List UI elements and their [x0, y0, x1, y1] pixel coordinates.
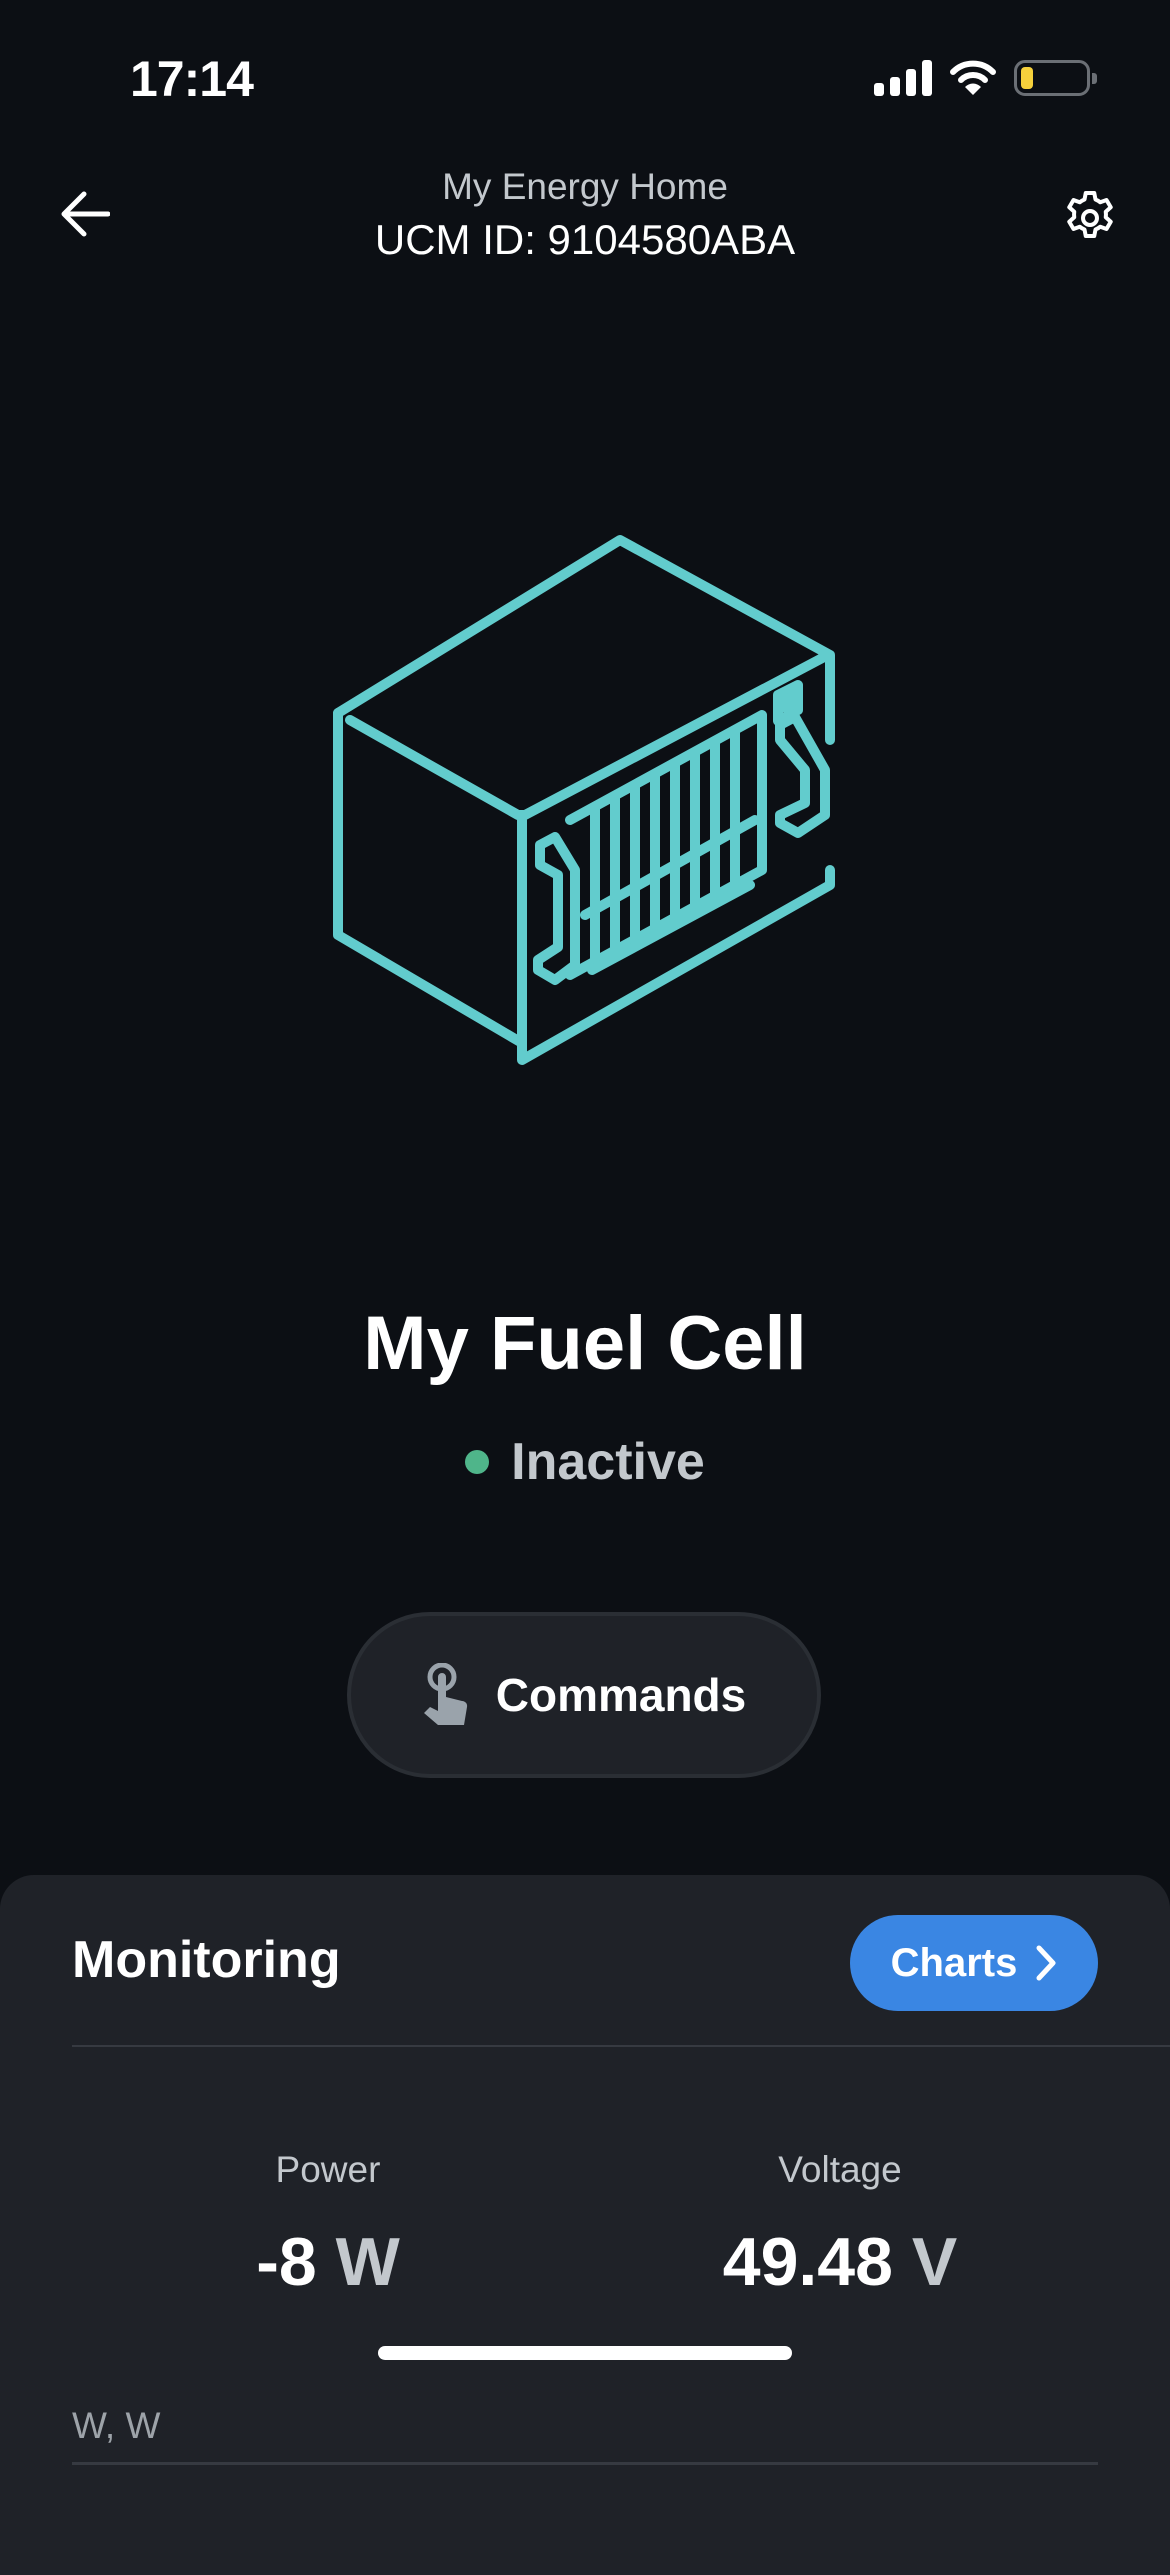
home-name: My Energy Home [442, 166, 728, 207]
voltage-metric: Voltage 49.48 V [640, 2145, 1040, 2301]
ucm-id: UCM ID: 9104580ABA [374, 216, 796, 263]
fuel-cell-unit-icon [333, 535, 835, 1065]
battery-low-icon [1014, 60, 1097, 96]
power-metric: Power -8 W [128, 2145, 528, 2301]
commands-label: Commands [495, 1669, 747, 1721]
wifi-icon [950, 60, 996, 95]
charts-button[interactable]: Charts [850, 1915, 1098, 2011]
device-name: My Fuel Cell [363, 1301, 807, 1386]
power-label: Power [275, 2149, 381, 2190]
settings-button[interactable] [1054, 182, 1126, 254]
header: My Energy Home UCM ID: 9104580ABA [0, 150, 1170, 280]
voltage-number: 49.48 [722, 2224, 893, 2300]
charts-label: Charts [890, 1940, 1018, 1985]
voltage-unit: V [911, 2224, 958, 2300]
cellular-signal-icon [874, 60, 932, 96]
touch-hand-icon [423, 1663, 467, 1725]
status-icons [874, 60, 1097, 96]
chart-unit-label: W, W [72, 2405, 161, 2446]
voltage-value: 49.48 V [640, 2223, 1040, 2301]
header-titles: My Energy Home UCM ID: 9104580ABA [0, 162, 1170, 268]
device-status: Inactive [0, 1432, 1170, 1492]
chart-axis-line [72, 2462, 1098, 2465]
monitoring-panel: Monitoring Charts Power -8 W Voltage 49.… [0, 1875, 1170, 2575]
battery-level [1021, 67, 1033, 89]
status-dot-icon [465, 1450, 490, 1474]
power-unit: W [335, 2224, 400, 2300]
gear-icon [1067, 191, 1113, 238]
status-time: 17:14 [130, 51, 254, 107]
voltage-label: Voltage [778, 2149, 902, 2190]
status-label: Inactive [511, 1433, 705, 1491]
power-value: -8 W [128, 2223, 528, 2301]
commands-button[interactable]: Commands [347, 1612, 821, 1778]
divider [72, 2045, 1170, 2047]
status-bar: 17:14 [0, 0, 1170, 150]
power-number: -8 [256, 2224, 317, 2300]
monitoring-title: Monitoring [72, 1931, 341, 1989]
chevron-right-icon [1036, 1945, 1056, 1981]
home-indicator[interactable] [378, 2346, 792, 2360]
